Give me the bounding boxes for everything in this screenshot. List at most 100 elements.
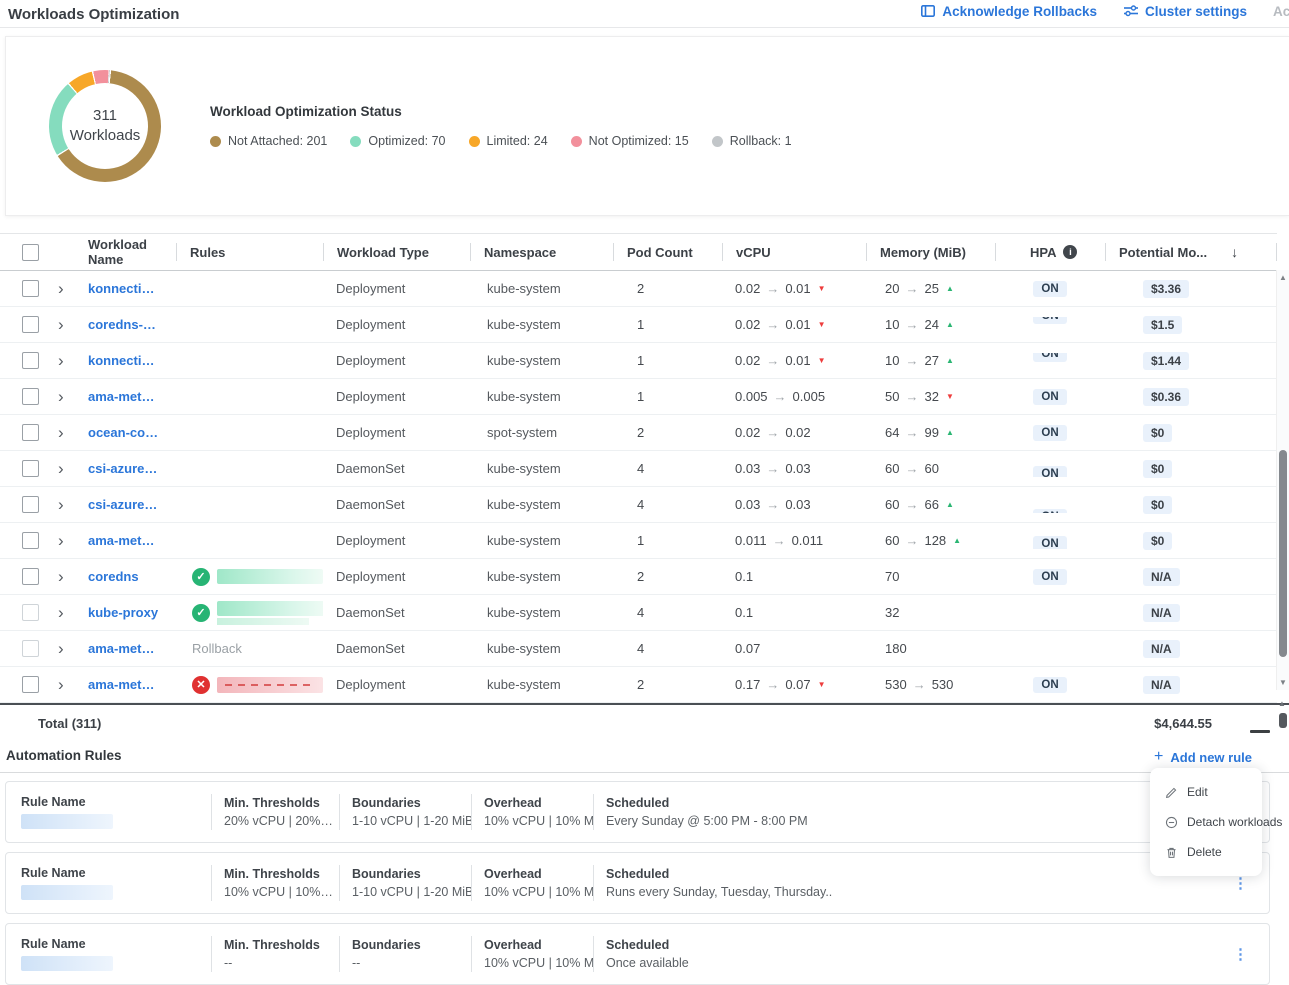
table-row[interactable]: › csi-azure… DaemonSet kube-system 4 0.0… [0,487,1277,523]
workload-name-link[interactable]: ama-met… [88,641,154,656]
table-row[interactable]: › ocean-co… Deployment spot-system 2 0.0… [0,415,1277,451]
col-pod-count[interactable]: Pod Count [613,243,722,261]
expand-row-icon[interactable]: › [58,568,64,585]
workload-name-link[interactable]: ama-met… [88,677,154,692]
table-row[interactable]: › ama-met… Rollback DaemonSet kube-syste… [0,631,1277,667]
rule-name-label: Rule Name [21,866,211,880]
workload-name-link[interactable]: ocean-co… [88,425,158,440]
col-potential[interactable]: Potential Mo... ↓ [1105,243,1277,261]
row-checkbox[interactable] [22,496,39,513]
workload-name-link[interactable]: konnecti… [88,281,154,296]
row-checkbox[interactable] [22,424,39,441]
scheduled-label: Scheduled [606,867,1213,881]
workload-name-link[interactable]: kube-proxy [88,605,158,620]
table-row[interactable]: › kube-proxy ✓ DaemonSet kube-system 4 0… [0,595,1277,631]
col-workload-name[interactable]: Workload Name [88,237,176,267]
min-thresholds-label: Min. Thresholds [224,938,339,952]
scheduled-value: Once available [606,956,1213,970]
rollback-icon [920,3,936,19]
scroll-down-icon[interactable]: ▼ [1277,678,1289,687]
expand-row-icon[interactable]: › [58,424,64,441]
table-row[interactable]: › coredns-… Deployment kube-system 1 0.0… [0,307,1277,343]
table-row[interactable]: › coredns ✓ Deployment kube-system 2 0.1… [0,559,1277,595]
expand-row-icon[interactable]: › [58,604,64,621]
legend-label: Optimized: 70 [368,134,445,148]
row-checkbox[interactable] [22,640,39,657]
boundaries-label: Boundaries [352,938,471,952]
scrollbar-thumb[interactable] [1279,450,1287,657]
rules-cell: Rollback [176,641,323,656]
rule-kebab-menu-icon[interactable]: ⋮ [1233,945,1249,963]
workload-name-link[interactable]: ama-met… [88,533,154,548]
menu-item-edit[interactable]: Edit [1150,777,1262,807]
row-checkbox[interactable] [22,568,39,585]
row-checkbox[interactable] [22,352,39,369]
rules-scrollbar-fragment[interactable] [1250,730,1270,733]
hpa-cell: ON [995,281,1105,297]
col-vcpu[interactable]: vCPU [722,243,866,261]
rule-kebab-menu-icon[interactable]: ⋮ [1233,874,1249,892]
col-memory[interactable]: Memory (MiB) [866,243,995,261]
row-checkbox[interactable] [22,388,39,405]
workload-name-link[interactable]: coredns [88,569,139,584]
memory-cell: 60→66▲ [866,497,995,512]
hpa-info-icon[interactable]: i [1063,245,1077,259]
workload-name-link[interactable]: csi-azure… [88,497,157,512]
row-checkbox[interactable] [22,532,39,549]
workload-type: Deployment [323,389,470,404]
add-new-rule-button[interactable]: + Add new rule [1154,749,1252,765]
row-checkbox[interactable] [22,604,39,621]
col-hpa[interactable]: HPA i [995,243,1105,261]
min-thresholds-value: 20% vCPU | 20%… [224,814,339,828]
memory-cell: 64→99▲ [866,425,995,440]
expand-row-icon[interactable]: › [58,640,64,657]
total-potential-value: $4,644.55 [1154,716,1212,731]
memory-cell: 70 [866,569,995,584]
rules-scroll-up-icon[interactable]: ▲ [1276,699,1288,708]
menu-item-detach-workloads[interactable]: Detach workloads [1150,807,1262,837]
workload-name-link[interactable]: csi-azure… [88,461,157,476]
row-checkbox[interactable] [22,316,39,333]
scheduled-value: Every Sunday @ 5:00 PM - 8:00 PM [606,814,1213,828]
select-all-checkbox[interactable] [22,244,39,261]
col-rules[interactable]: Rules [176,243,323,261]
workload-name-link[interactable]: konnecti… [88,353,154,368]
cluster-settings-button[interactable]: Cluster settings [1123,3,1247,19]
automation-rule-card: Rule Name Min. Thresholds 20% vCPU | 20%… [5,781,1270,843]
workload-name-link[interactable]: coredns-… [88,317,156,332]
acknowledge-rollbacks-button[interactable]: Acknowledge Rollbacks [920,3,1097,19]
table-row[interactable]: › ama-met… Deployment kube-system 1 0.01… [0,523,1277,559]
sort-desc-icon[interactable]: ↓ [1231,244,1238,260]
col-workload-type[interactable]: Workload Type [323,243,470,261]
potential-cell: $0.36 [1105,388,1277,406]
expand-row-icon[interactable]: › [58,460,64,477]
expand-row-icon[interactable]: › [58,316,64,333]
col-namespace[interactable]: Namespace [470,243,613,261]
row-checkbox[interactable] [22,280,39,297]
hpa-cell: ON [995,569,1105,585]
menu-item-delete[interactable]: Delete [1150,837,1262,867]
row-checkbox[interactable] [22,676,39,693]
workload-type: Deployment [323,569,470,584]
workload-name-link[interactable]: ama-met… [88,389,154,404]
expand-row-icon[interactable]: › [58,532,64,549]
table-scrollbar[interactable]: ▲ ▼ [1276,270,1289,690]
expand-row-icon[interactable]: › [58,352,64,369]
scroll-up-icon[interactable]: ▲ [1277,273,1289,282]
legend-dot [712,136,723,147]
expand-row-icon[interactable]: › [58,388,64,405]
expand-row-icon[interactable]: › [58,496,64,513]
rules-scrollbar-thumb[interactable] [1279,713,1287,728]
expand-row-icon[interactable]: › [58,676,64,693]
min-thresholds-value: 10% vCPU | 10%… [224,885,339,899]
table-row[interactable]: › konnecti… Deployment kube-system 2 0.0… [0,271,1277,307]
expand-row-icon[interactable]: › [58,280,64,297]
legend-items: Not Attached: 201 Optimized: 70 Limited:… [210,134,792,148]
row-checkbox[interactable] [22,460,39,477]
pod-count: 4 [613,641,722,656]
actions-button: Action [1273,4,1289,19]
table-row[interactable]: › csi-azure… DaemonSet kube-system 4 0.0… [0,451,1277,487]
table-row[interactable]: › ama-met… Deployment kube-system 1 0.00… [0,379,1277,415]
table-row[interactable]: › ama-met… ✕ Deployment kube-system 2 0.… [0,667,1277,703]
table-row[interactable]: › konnecti… Deployment kube-system 1 0.0… [0,343,1277,379]
